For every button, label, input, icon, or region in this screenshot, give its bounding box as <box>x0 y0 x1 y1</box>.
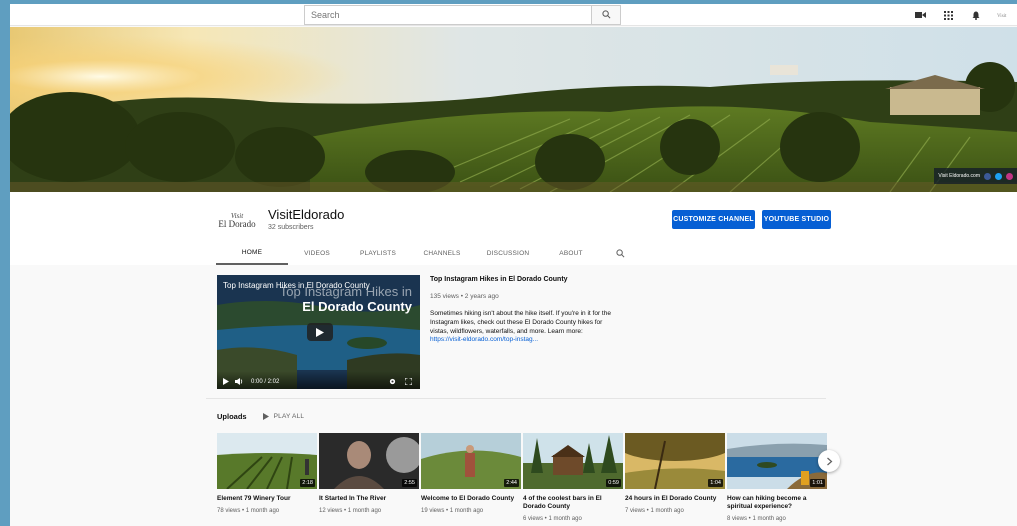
video-thumbnail[interactable]: 1:01 <box>727 433 827 489</box>
video-meta: 19 views • 1 month ago <box>421 508 484 514</box>
channel-banner: Visit Eldorado.com <box>10 27 1017 192</box>
video-thumbnail[interactable]: 1:04 <box>625 433 725 489</box>
play-icon <box>316 327 324 337</box>
tab-home[interactable]: HOME <box>216 242 288 265</box>
video-meta: 6 views • 1 month ago <box>523 516 582 522</box>
video-title[interactable]: 24 hours in El Dorado County <box>625 495 723 503</box>
twitter-icon[interactable] <box>995 172 1002 180</box>
volume-icon[interactable] <box>235 378 243 385</box>
video-thumbnail[interactable]: 0:59 <box>523 433 623 489</box>
video-thumbnail[interactable]: 2:44 <box>421 433 521 489</box>
tab-about[interactable]: ABOUT <box>542 242 600 265</box>
video-duration: 2:44 <box>504 479 519 487</box>
video-meta: 12 views • 1 month ago <box>319 508 382 514</box>
section-divider <box>206 398 826 399</box>
tab-playlists[interactable]: PLAYLISTS <box>346 242 410 265</box>
featured-video-meta: 135 views • 2 years ago <box>430 293 499 300</box>
play-icon[interactable] <box>223 378 229 385</box>
video-duration: 2:18 <box>300 479 315 487</box>
settings-gear-icon[interactable] <box>389 378 396 385</box>
banner-website-link[interactable]: Visit Eldorado.com <box>938 173 980 179</box>
video-duration: 2:55 <box>402 479 417 487</box>
search-icon <box>601 6 611 24</box>
player-time: 0:00 / 2:02 <box>251 379 280 385</box>
play-all-button[interactable]: PLAY ALL <box>262 413 305 420</box>
play-all-label: PLAY ALL <box>273 413 305 420</box>
uploads-header: Uploads PLAY ALL <box>217 412 304 421</box>
featured-video-description: Sometimes hiking isn't about the hike it… <box>430 310 611 335</box>
video-duration: 1:01 <box>810 479 825 487</box>
video-duration: 0:59 <box>606 479 621 487</box>
instagram-icon[interactable] <box>1006 172 1013 180</box>
youtube-studio-button[interactable]: YOUTUBE STUDIO <box>762 210 831 229</box>
uploads-heading[interactable]: Uploads <box>217 412 247 421</box>
video-thumbnail[interactable]: 2:18 <box>217 433 317 489</box>
bell-icon[interactable] <box>969 8 983 22</box>
video-title[interactable]: How can hiking become a spiritual experi… <box>727 495 825 511</box>
featured-video-link[interactable]: https://visit-eldorado.com/top-instag... <box>430 336 620 343</box>
video-meta: 7 views • 1 month ago <box>625 508 684 514</box>
facebook-icon[interactable] <box>984 172 991 180</box>
play-icon <box>262 413 269 420</box>
video-title[interactable]: Welcome to El Dorado County <box>421 495 519 503</box>
featured-video-info: Top Instagram Hikes in El Dorado County … <box>430 276 620 343</box>
header-actions: Visit <box>913 8 1011 22</box>
fullscreen-icon[interactable] <box>405 378 412 385</box>
next-videos-button[interactable] <box>818 450 840 472</box>
video-title[interactable]: Element 79 Winery Tour <box>217 495 315 503</box>
video-duration: 1:04 <box>708 479 723 487</box>
video-thumbnail[interactable]: 2:55 <box>319 433 419 489</box>
customize-channel-button[interactable]: CUSTOMIZE CHANNEL <box>672 210 755 229</box>
channel-search-button[interactable] <box>610 242 630 265</box>
video-overlay-title: Top Instagram Hikes in El Dorado County <box>223 281 370 290</box>
featured-video-title[interactable]: Top Instagram Hikes in El Dorado County <box>430 276 620 283</box>
video-overlay-title-large-2: El Dorado County <box>302 299 412 314</box>
video-meta: 78 views • 1 month ago <box>217 508 280 514</box>
top-bar: Visit <box>10 4 1017 26</box>
channel-tabs: HOME VIDEOS PLAYLISTS CHANNELS DISCUSSIO… <box>216 242 630 265</box>
tab-videos[interactable]: VIDEOS <box>288 242 346 265</box>
tab-discussion[interactable]: DISCUSSION <box>474 242 542 265</box>
play-button[interactable] <box>307 323 333 341</box>
channel-name: VisitEldorado <box>268 207 345 222</box>
banner-links: Visit Eldorado.com <box>934 168 1017 184</box>
account-avatar-icon[interactable]: Visit <box>997 8 1011 22</box>
video-title[interactable]: 4 of the coolest bars in El Dorado Count… <box>523 495 621 511</box>
search-button[interactable] <box>591 5 621 25</box>
video-meta: 8 views • 1 month ago <box>727 516 786 522</box>
search-box <box>304 5 621 25</box>
search-icon <box>615 249 624 258</box>
search-input[interactable] <box>304 5 591 25</box>
tab-channels[interactable]: CHANNELS <box>410 242 474 265</box>
video-camera-icon[interactable] <box>913 8 927 22</box>
avatar-logo-line2: El Dorado <box>218 219 256 229</box>
svg-text:Visit: Visit <box>997 14 1007 19</box>
apps-grid-icon[interactable] <box>941 8 955 22</box>
subscriber-count: 32 subscribers <box>268 224 314 231</box>
video-title[interactable]: It Started In The River <box>319 495 417 503</box>
chevron-right-icon <box>826 457 832 465</box>
channel-avatar[interactable]: Visit El Dorado <box>216 200 258 242</box>
featured-video-player[interactable]: Top Instagram Hikes in El Dorado County … <box>217 275 420 389</box>
channel-header: Visit El Dorado VisitEldorado 32 subscri… <box>10 192 1017 265</box>
window-frame-left <box>0 0 10 526</box>
